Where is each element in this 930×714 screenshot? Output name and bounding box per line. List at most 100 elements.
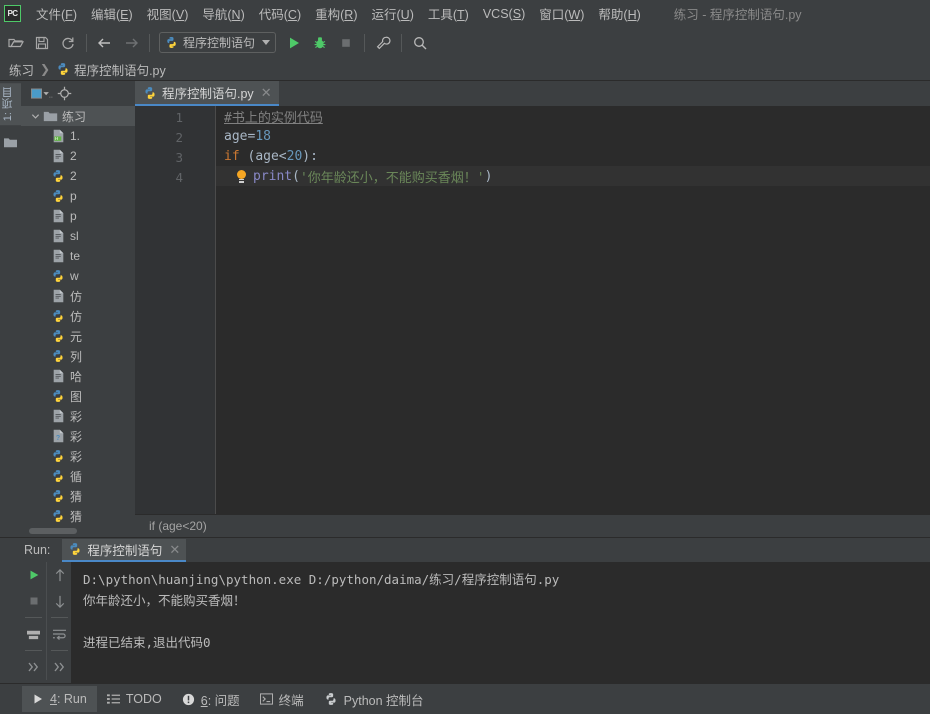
python-file-icon <box>56 62 70 76</box>
chevron-down-icon[interactable] <box>262 40 271 45</box>
tree-item[interactable]: 元 <box>21 326 135 346</box>
sync-icon[interactable] <box>56 31 80 55</box>
tree-item[interactable]: sl <box>21 226 135 246</box>
python-file-icon <box>50 309 66 323</box>
menu-item-7[interactable]: 工具(T) <box>421 0 476 27</box>
tree-item-label: 彩 <box>70 409 83 424</box>
soft-wrap-icon[interactable] <box>47 621 72 647</box>
search-icon[interactable] <box>408 31 432 55</box>
gutter-annotation-strip[interactable] <box>193 106 216 514</box>
folder-icon[interactable] <box>3 136 18 150</box>
arrow-right-icon[interactable] <box>119 31 143 55</box>
menu-item-3[interactable]: 导航(N) <box>195 0 251 27</box>
rerun-button[interactable] <box>21 562 46 588</box>
tree-item[interactable]: H 1. <box>21 126 135 146</box>
code-line[interactable]: if (age <20): <box>216 146 930 166</box>
code-editor[interactable]: 1234 #书上的实例代码 age = 18 if (age <20): print('你年… <box>135 106 930 514</box>
menu-item-1[interactable]: 编辑(E) <box>84 0 140 27</box>
tree-item[interactable]: 彩 <box>21 446 135 466</box>
code-line[interactable]: age = 18 <box>216 126 930 146</box>
arrow-down-icon[interactable] <box>47 588 72 614</box>
breadcrumb-item-project[interactable]: 练习 <box>9 60 34 79</box>
sidebar-item-project[interactable]: 1: 项目 <box>0 83 21 126</box>
status-bar-item[interactable]: 终端 <box>250 684 314 714</box>
tree-item[interactable]: 哈 <box>21 366 135 386</box>
chevron-down-icon[interactable] <box>29 112 42 121</box>
code-content[interactable]: #书上的实例代码 age = 18 if (age <20): print('你年龄还小，不… <box>216 106 930 514</box>
debug-button[interactable] <box>308 31 332 55</box>
project-view-icon[interactable]: .. <box>31 87 53 101</box>
menu-item-8[interactable]: VCS(S) <box>476 3 532 25</box>
chevrons-right-icon[interactable] <box>21 654 46 680</box>
tree-item-label: sl <box>70 229 79 243</box>
tree-item[interactable]: 图 <box>21 386 135 406</box>
save-icon[interactable] <box>30 31 54 55</box>
tree-item[interactable]: 练习 <box>21 106 135 126</box>
code-token-punct: ( <box>239 148 256 164</box>
text-file-icon <box>50 409 66 423</box>
menu-item-9[interactable]: 窗口(W) <box>532 0 591 27</box>
menu-item-10[interactable]: 帮助(H) <box>591 0 647 27</box>
editor-tab[interactable]: 程序控制语句.py ✕ <box>135 81 279 106</box>
intention-bulb-icon[interactable] <box>236 169 247 183</box>
arrow-up-icon[interactable] <box>47 562 72 588</box>
python-file-icon <box>50 449 66 463</box>
wrench-icon[interactable] <box>371 31 395 55</box>
close-icon[interactable]: ✕ <box>261 86 272 99</box>
tree-item-label: 彩 <box>70 429 83 444</box>
menu-item-0[interactable]: 文件(F) <box>29 0 84 27</box>
tree-item[interactable]: 仿 <box>21 306 135 326</box>
tree-item[interactable]: 循 <box>21 466 135 486</box>
tree-item[interactable]: p <box>21 186 135 206</box>
menu-item-6[interactable]: 运行(U) <box>364 0 420 27</box>
status-bar-item[interactable]: Python 控制台 <box>314 684 434 714</box>
run-button[interactable] <box>282 31 306 55</box>
svg-text:?: ? <box>55 435 59 442</box>
code-token-num: 18 <box>255 128 271 144</box>
status-bar-item[interactable]: TODO <box>97 686 172 712</box>
toolbar-separator <box>86 33 87 52</box>
run-configuration-selector[interactable]: 程序控制语句 <box>159 32 277 53</box>
menu-items-container: 文件(F) 编辑(E) 视图(V) 导航(N) 代码(C) 重构(R) 运行(U) 工具(T)… <box>29 0 648 27</box>
close-icon[interactable]: ✕ <box>169 543 180 556</box>
run-console-output[interactable]: D:\python\huanjing\python.exe D:/python/… <box>71 562 930 684</box>
arrow-left-icon[interactable] <box>93 31 117 55</box>
line-number: 3 <box>175 150 183 165</box>
code-line[interactable]: print('你年龄还小，不能购买香烟！') <box>216 166 930 186</box>
open-folder-icon[interactable] <box>4 31 28 55</box>
tree-item[interactable]: w <box>21 266 135 286</box>
editor-breadcrumb-label[interactable]: if (age<20) <box>149 519 207 533</box>
menu-item-2[interactable]: 视图(V) <box>140 0 196 27</box>
tree-item[interactable]: 仿 <box>21 286 135 306</box>
tree-item[interactable]: 猜 <box>21 506 135 524</box>
tree-item-label: 猜 <box>70 489 83 504</box>
code-line[interactable]: #书上的实例代码 <box>216 106 930 126</box>
tree-item[interactable]: 2 <box>21 146 135 166</box>
tree-item[interactable]: p <box>21 206 135 226</box>
tree-item[interactable]: 猜 <box>21 486 135 506</box>
tree-item[interactable]: 列 <box>21 346 135 366</box>
menu-bar: PC 文件(F) 编辑(E) 视图(V) 导航(N) 代码(C) 重构(R) 运行(U) 工具… <box>0 0 930 28</box>
folder-icon <box>42 110 58 123</box>
status-bar-item[interactable]: 6: 问题 <box>172 684 250 714</box>
python-file-icon <box>50 329 66 343</box>
tree-item[interactable]: ? 彩 <box>21 426 135 446</box>
chevrons-right-icon[interactable] <box>47 654 72 680</box>
tree-item[interactable]: 2 <box>21 166 135 186</box>
status-bar-item[interactable]: 4: Run <box>22 686 97 712</box>
run-tab[interactable]: 程序控制语句 ✕ <box>62 538 187 562</box>
print-icon[interactable] <box>21 621 46 647</box>
scrollbar-thumb[interactable] <box>29 528 77 534</box>
menu-item-4[interactable]: 代码(C) <box>252 0 308 27</box>
toolbar-separator <box>401 33 403 52</box>
tree-item[interactable]: te <box>21 246 135 266</box>
menu-item-5[interactable]: 重构(R) <box>308 0 364 27</box>
editor-area: 程序控制语句.py ✕ 1234 #书上的实例代码 age = 18 if (age <2… <box>135 81 930 536</box>
project-horizontal-scrollbar[interactable] <box>21 525 135 536</box>
project-file-tree[interactable]: 练习 H 1. 2 2 p p sl te w 仿仿元列哈图彩? 彩彩循猜猜 <box>21 106 135 524</box>
crosshair-target-icon[interactable] <box>57 86 72 101</box>
divider <box>25 617 42 618</box>
breadcrumb-item-file[interactable]: 程序控制语句.py <box>74 60 166 79</box>
tree-item[interactable]: 彩 <box>21 406 135 426</box>
